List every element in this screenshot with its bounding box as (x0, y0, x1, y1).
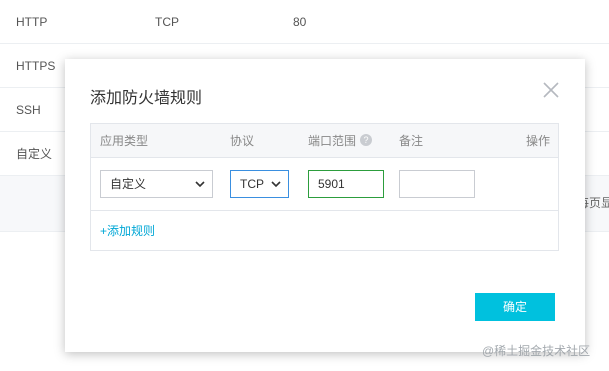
rule-port: 80 (293, 15, 307, 29)
watermark: @稀土掘金技术社区 (482, 344, 591, 358)
help-icon[interactable]: ? (360, 134, 373, 147)
type-select[interactable]: 自定义 (100, 170, 213, 198)
column-port-range-label: 端口范围 (308, 134, 357, 148)
dialog-title: 添加防火墙规则 (90, 90, 203, 107)
rules-table-header: 应用类型 协议 端口范围? 备注 操作 (91, 124, 558, 158)
close-icon[interactable] (542, 81, 560, 99)
rule-name: SSH (16, 103, 41, 117)
add-firewall-rule-dialog: 添加防火墙规则 应用类型 协议 端口范围? 备注 操作 自定义 TCP 5901… (65, 59, 585, 352)
port-range-value: 5901 (318, 177, 345, 191)
rules-table: 应用类型 协议 端口范围? 备注 操作 自定义 TCP 5901 +添加规则 (90, 123, 559, 251)
protocol-select-value: TCP (240, 177, 264, 191)
confirm-button[interactable]: 确定 (475, 293, 555, 321)
table-row[interactable]: HTTP TCP 80 (0, 0, 609, 44)
add-rule-link[interactable]: +添加规则 (100, 222, 155, 239)
column-note: 备注 (399, 134, 424, 148)
column-protocol: 协议 (230, 134, 255, 148)
chevron-down-icon (195, 181, 205, 188)
column-action: 操作 (525, 134, 550, 148)
column-port-range: 端口范围? (308, 124, 373, 158)
rule-name: HTTPS (16, 59, 56, 73)
rule-name: HTTP (16, 15, 48, 29)
rule-protocol: TCP (155, 15, 179, 29)
protocol-select[interactable]: TCP (230, 170, 289, 198)
rule-row: 自定义 TCP 5901 (91, 158, 558, 211)
port-range-input[interactable]: 5901 (308, 170, 384, 198)
rule-name: 自定义 (16, 147, 53, 161)
column-type: 应用类型 (100, 134, 149, 148)
note-input[interactable] (399, 170, 475, 198)
type-select-value: 自定义 (110, 177, 147, 191)
chevron-down-icon (271, 181, 281, 188)
